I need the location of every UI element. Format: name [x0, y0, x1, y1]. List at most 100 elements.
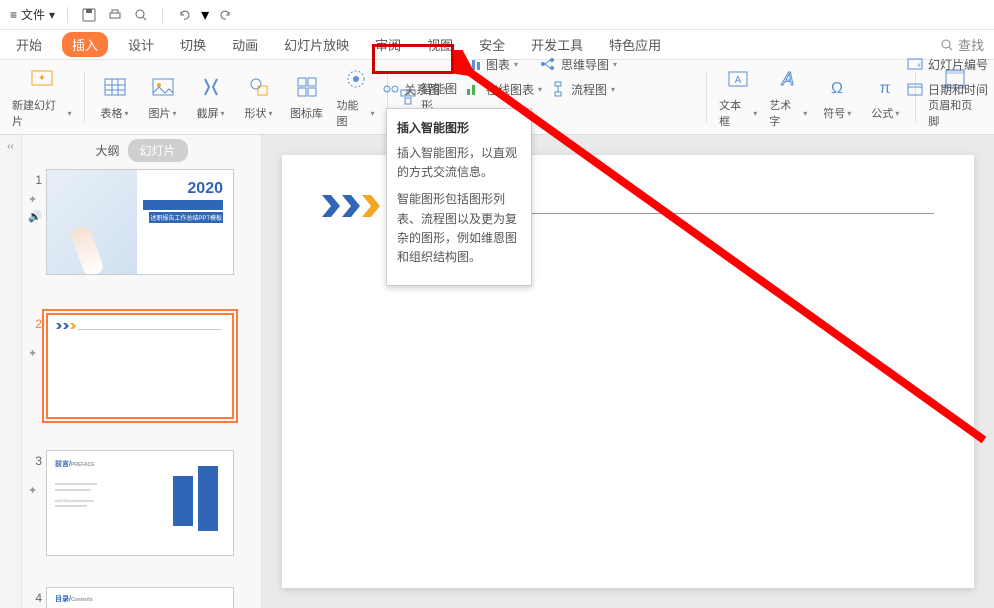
tab-insert[interactable]: 插入 — [62, 32, 108, 57]
slide-panel: 大纲 幻灯片 1 2020 述职报告工作总结PPT模板 ✦ 🔊 2 — [22, 135, 262, 608]
chart-icon — [464, 55, 482, 73]
search-icon — [940, 38, 954, 52]
tab-transition[interactable]: 切换 — [174, 31, 212, 58]
slide-number-icon: # — [906, 55, 924, 73]
chevron-down-icon: ▾ — [49, 8, 55, 22]
animation-marker-icon: ✦ — [28, 484, 44, 497]
symbol-label: 符号 — [823, 105, 845, 121]
datetime-button[interactable]: 日期和时间 — [902, 76, 992, 102]
thumb-row-4: 4 目录/Contents 01年度工作内容概述 02工作性成绩展示 03成功后… — [26, 587, 257, 608]
mindmap-button[interactable]: 思维导图 ▾ — [535, 51, 621, 77]
svg-text:✦: ✦ — [38, 73, 46, 84]
thumb-num-2: 2 — [26, 313, 42, 331]
tab-start[interactable]: 开始 — [10, 31, 48, 58]
equation-button[interactable]: π 公式▾ — [863, 65, 907, 129]
new-slide-button[interactable]: ✦ 新建幻灯片▾ — [8, 65, 76, 129]
slide-number-label: 幻灯片编号 — [928, 56, 988, 73]
thumb-3[interactable]: 前言/PREFACE xxxxxxxxxxxxxxxxxxxxxxxxxxxxx… — [46, 450, 234, 556]
print-icon[interactable] — [106, 6, 124, 24]
slide-canvas[interactable] — [262, 135, 994, 608]
file-menu[interactable]: ≡ 文件 ▾ — [10, 6, 55, 23]
thumb-num-3: 3 — [26, 450, 42, 468]
svg-text:π: π — [880, 80, 891, 97]
picture-button[interactable]: 图片▾ — [141, 65, 185, 129]
flowchart-icon — [549, 80, 567, 98]
symbol-icon: Ω — [823, 73, 851, 101]
tooltip-smart-art: 插入智能图形 插入智能图形，以直观的方式交流信息。 智能图形包括图形列表、流程图… — [386, 108, 532, 286]
symbol-button[interactable]: Ω 符号▾ — [815, 65, 859, 129]
tab-review[interactable]: 审阅 — [369, 31, 407, 58]
func-chart-button[interactable]: 功能图▾ — [333, 65, 379, 129]
tab-design[interactable]: 设计 — [122, 31, 160, 58]
flowchart-label: 流程图 — [571, 81, 607, 98]
picture-label: 图片 — [148, 105, 170, 121]
datetime-label: 日期和时间 — [928, 81, 988, 98]
outline-tab[interactable]: 大纲 — [95, 142, 119, 159]
equation-icon: π — [871, 73, 899, 101]
svg-text:Ω: Ω — [831, 80, 843, 97]
tab-slideshow[interactable]: 幻灯片放映 — [278, 31, 355, 58]
undo-icon[interactable] — [175, 6, 193, 24]
s4-title: 目录/ — [55, 596, 71, 603]
thumb-row-1: 1 2020 述职报告工作总结PPT模板 — [26, 169, 257, 275]
flowchart-button[interactable]: 流程图 ▾ — [545, 76, 619, 102]
tab-view[interactable]: 视图 — [421, 31, 459, 58]
s4-sub: Contents — [71, 597, 93, 603]
svg-text:A: A — [781, 69, 794, 89]
relation-icon — [382, 80, 400, 98]
file-menu-label: 文件 — [21, 6, 45, 23]
shapes-button[interactable]: 形状▾ — [237, 65, 281, 129]
textbox-button[interactable]: A 文本框▾ — [715, 65, 761, 129]
mindmap-icon — [539, 55, 557, 73]
slides-tab[interactable]: 幻灯片 — [128, 139, 188, 162]
print-preview-icon[interactable] — [132, 6, 150, 24]
table-label: 表格 — [100, 105, 122, 121]
save-icon[interactable] — [80, 6, 98, 24]
slide-number-button[interactable]: # 幻灯片编号 — [902, 51, 992, 77]
screenshot-label: 截屏 — [196, 105, 218, 121]
quick-access-toolbar: ≡ 文件 ▾ ▾ — [0, 0, 994, 30]
shapes-icon — [245, 73, 273, 101]
thumb-row-3: 3 前言/PREFACE xxxxxxxxxxxxxxxxxxxxxxxxxxx… — [26, 450, 257, 556]
thumb-1[interactable]: 2020 述职报告工作总结PPT模板 — [46, 169, 234, 275]
screenshot-icon — [197, 73, 225, 101]
func-chart-label: 功能图 — [337, 97, 369, 129]
thumb-row-2: 2 — [26, 313, 257, 419]
s1-year: 2020 — [187, 180, 223, 198]
animation-marker-icon: ✦ — [28, 193, 44, 206]
chart-button[interactable]: 图表 ▾ — [460, 51, 522, 77]
tooltip-p2: 智能图形包括图形列表、流程图以及更为复杂的图形，例如维恩图和组织结构图。 — [397, 190, 521, 267]
wordart-button[interactable]: A 艺术字▾ — [765, 65, 811, 129]
chart-label: 图表 — [486, 56, 510, 73]
s3-title: 前言/ — [55, 461, 71, 468]
hamburger-icon: ≡ — [10, 8, 17, 22]
relation-button[interactable]: 关系图 ▾ — [378, 76, 452, 102]
table-icon — [101, 73, 129, 101]
table-button[interactable]: 表格▾ — [93, 65, 137, 129]
icon-library-button[interactable]: 图标库 — [285, 65, 329, 129]
wordart-label: 艺术字 — [769, 97, 801, 129]
icon-lib-label: 图标库 — [290, 105, 323, 121]
online-chart-label: 在线图表 — [486, 81, 534, 98]
tab-animation[interactable]: 动画 — [226, 31, 264, 58]
equation-label: 公式 — [871, 105, 893, 121]
thumb-header: 大纲 幻灯片 — [22, 135, 261, 165]
svg-text:A: A — [735, 75, 742, 86]
thumb-num-4: 4 — [26, 587, 42, 605]
nav-strip: ‹‹ — [0, 135, 22, 608]
screenshot-button[interactable]: 截屏▾ — [189, 65, 233, 129]
collapse-icon[interactable]: ‹‹ — [7, 141, 14, 152]
audio-marker-icon: 🔊 — [28, 210, 44, 223]
tooltip-title: 插入智能图形 — [397, 119, 521, 136]
s1-title: 述职报告工作总结PPT模板 — [149, 212, 223, 223]
slide-arrows-graphic — [322, 195, 380, 217]
thumb-2[interactable] — [46, 313, 234, 419]
textbox-icon: A — [724, 65, 752, 93]
undo-chevron-icon[interactable]: ▾ — [201, 5, 209, 25]
thumb-4[interactable]: 目录/Contents 01年度工作内容概述 02工作性成绩展示 03成功后期经… — [46, 587, 234, 608]
wordart-icon: A — [774, 65, 802, 93]
new-slide-icon: ✦ — [28, 65, 56, 93]
relation-label: 关系图 — [404, 81, 440, 98]
redo-icon[interactable] — [217, 6, 235, 24]
online-chart-button[interactable]: 在线图表 ▾ — [460, 76, 546, 102]
